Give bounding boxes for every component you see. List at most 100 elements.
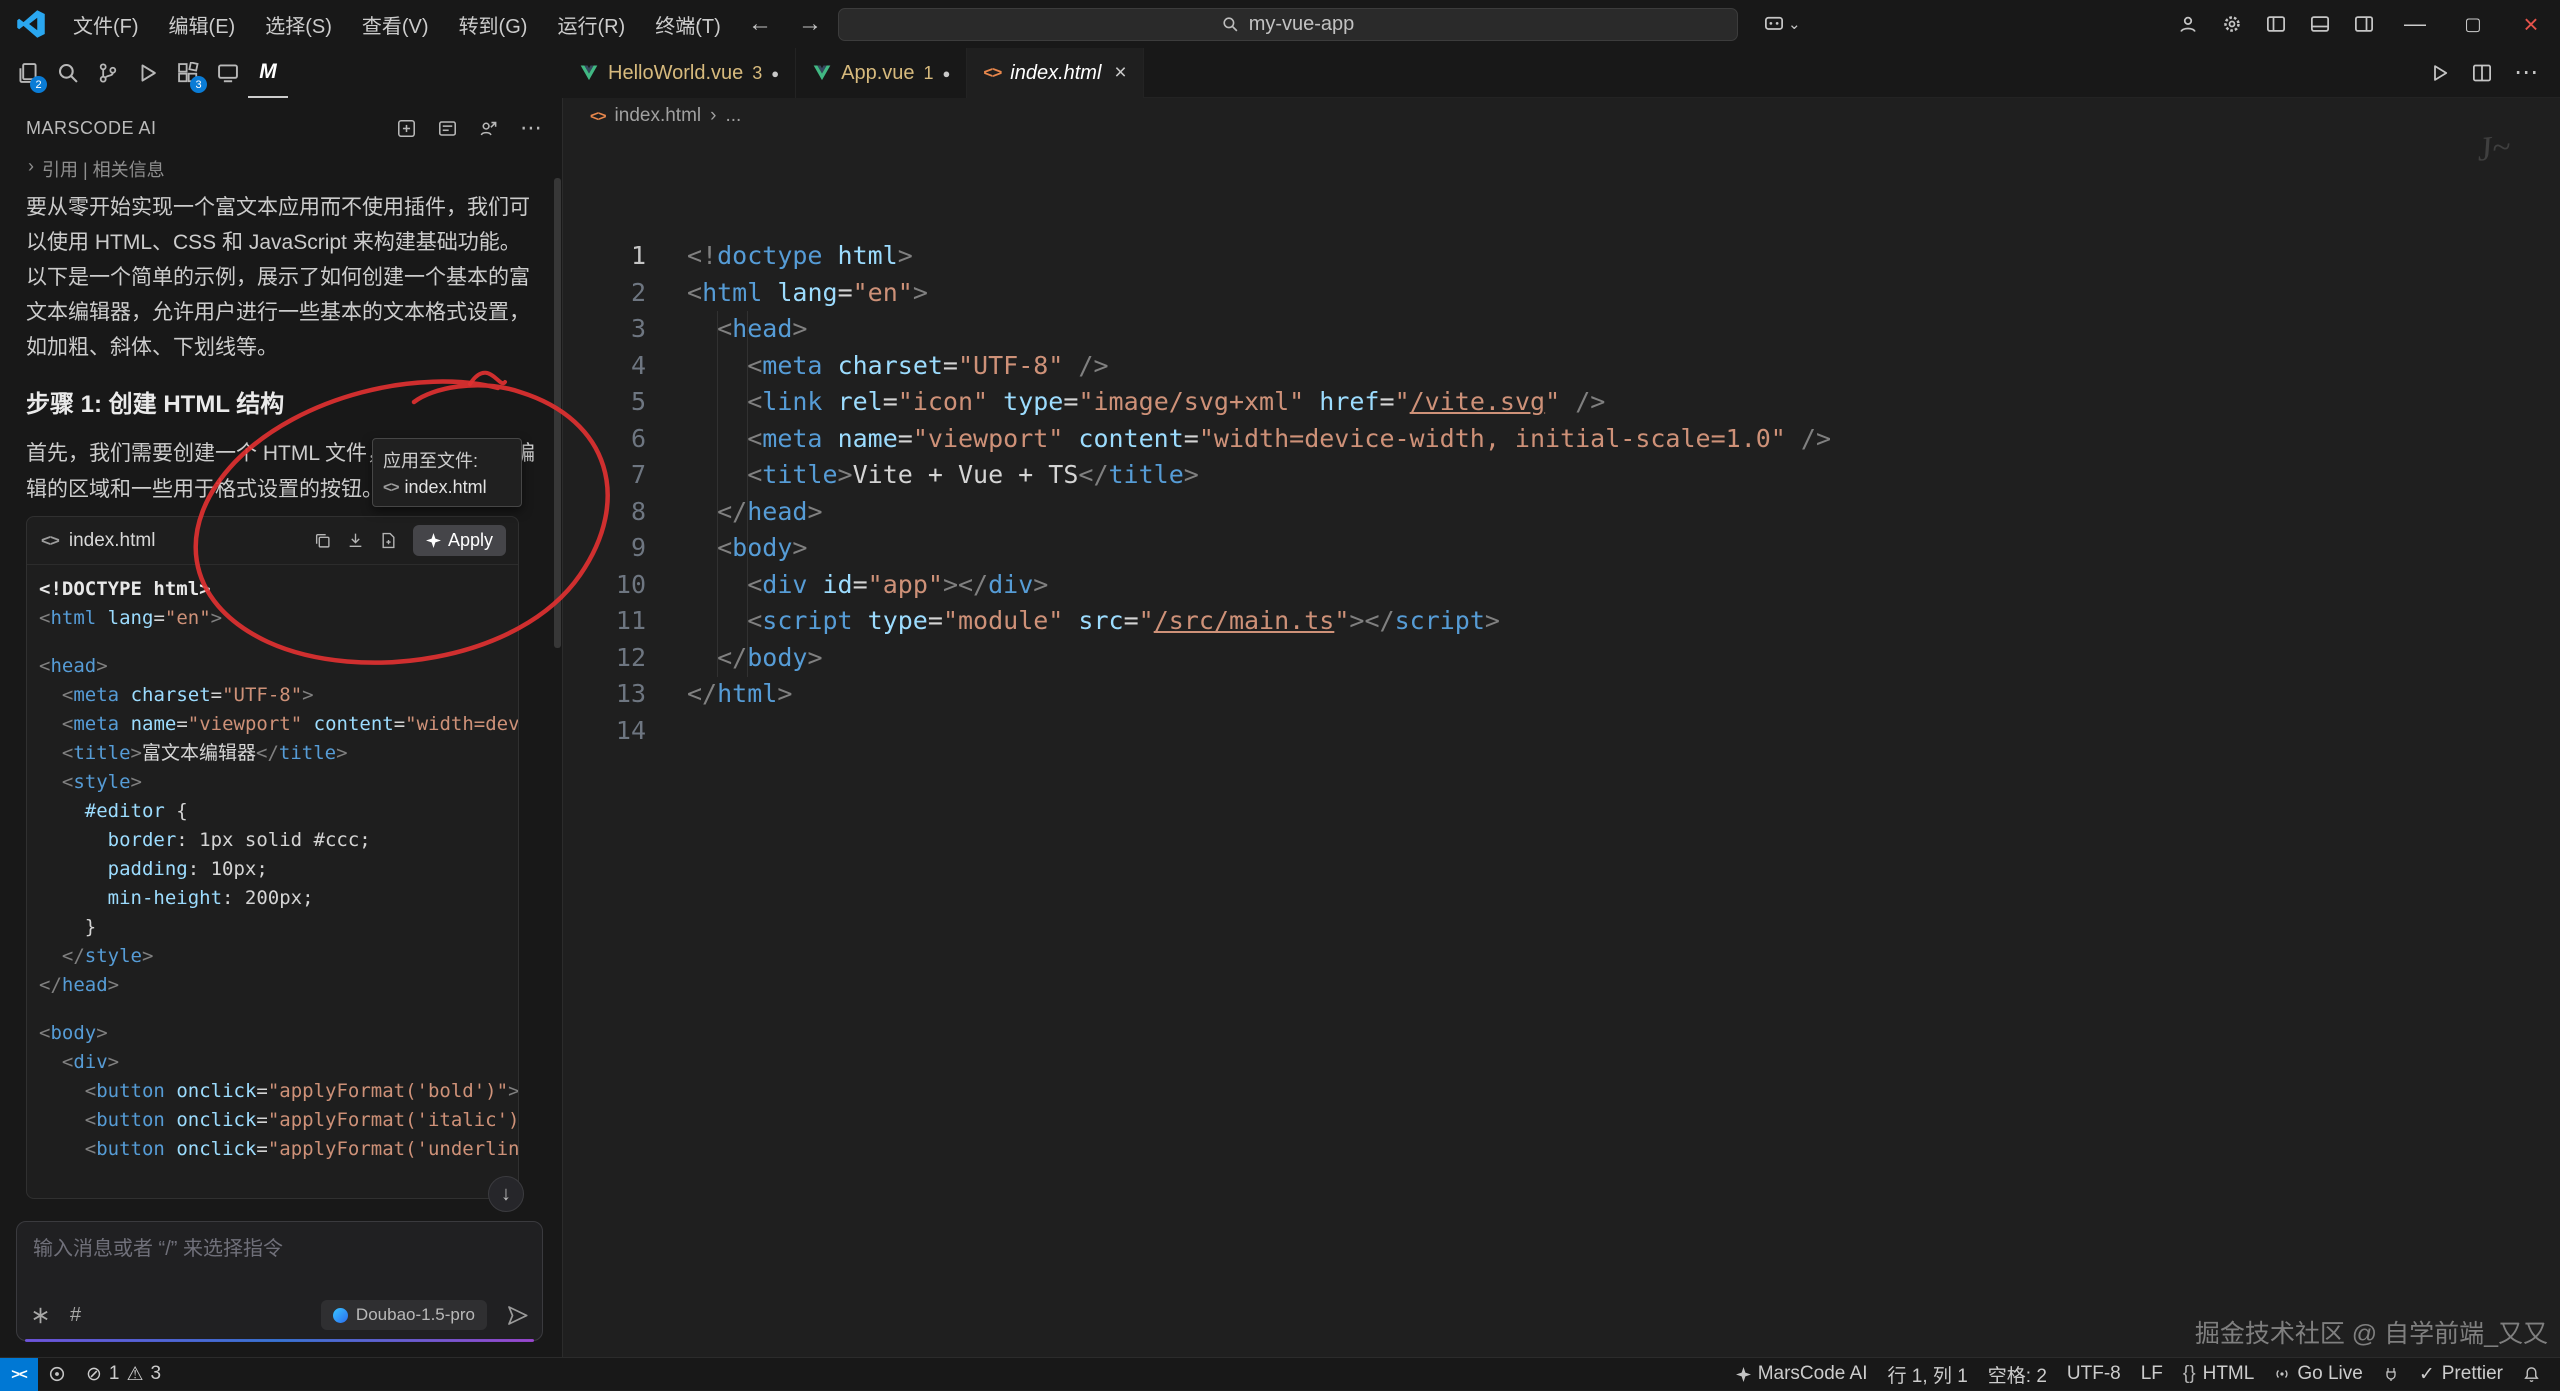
status-prettier[interactable]: ✓ Prettier xyxy=(2409,1358,2513,1391)
settings-gear-icon[interactable] xyxy=(2210,0,2254,48)
chat-scrollbar[interactable] xyxy=(554,178,561,648)
share-icon[interactable] xyxy=(479,119,498,138)
menu-item[interactable]: 选择(S) xyxy=(250,10,347,39)
status-cursor-position[interactable]: 行 1, 列 1 xyxy=(1878,1358,1978,1391)
html-file-icon: <> xyxy=(590,108,606,125)
run-file-icon[interactable] xyxy=(2430,63,2450,83)
command-center-search[interactable]: my-vue-app xyxy=(838,8,1738,41)
code-line: </head> xyxy=(39,971,518,1000)
apply-tooltip: 应用至文件: <> index.html xyxy=(372,438,522,507)
menu-item[interactable]: 编辑(E) xyxy=(154,10,251,39)
code-line: <style> xyxy=(39,768,518,797)
code-filename: index.html xyxy=(69,530,156,552)
code-line: <head> xyxy=(39,652,518,681)
code-content[interactable]: <!doctype html><html lang="en"> <head> <… xyxy=(687,238,2540,738)
menu-item[interactable]: 查看(V) xyxy=(347,10,444,39)
new-file-from-code-icon[interactable] xyxy=(380,532,397,549)
chat-input[interactable] xyxy=(17,1222,542,1261)
panel-title: MARSCODE AI xyxy=(26,118,157,139)
line-number: 2 xyxy=(564,275,646,312)
tab-app-vue[interactable]: App.vue 1 ● xyxy=(796,48,967,98)
live-reload-icon[interactable] xyxy=(38,1358,76,1391)
toggle-sidebar-icon[interactable] xyxy=(2254,0,2298,48)
code-line: <div id="app"></div> xyxy=(687,567,2540,604)
status-marscode[interactable]: MarsCode AI xyxy=(1726,1358,1878,1391)
send-icon[interactable] xyxy=(507,1305,528,1326)
run-debug-icon[interactable] xyxy=(128,48,168,98)
check-icon: ✓ xyxy=(2419,1363,2435,1386)
code-line: <script type="module" src="/src/main.ts"… xyxy=(687,603,2540,640)
code-line xyxy=(687,713,2540,738)
back-button[interactable]: ← xyxy=(748,10,772,38)
code-line: </html> xyxy=(687,676,2540,713)
tab-helloworld-vue[interactable]: HelloWorld.vue 3 ● xyxy=(563,48,796,98)
marscode-ai-icon[interactable]: M xyxy=(248,48,288,98)
tab-index-html[interactable]: <> index.html × xyxy=(967,48,1143,98)
status-encoding[interactable]: UTF-8 xyxy=(2057,1358,2131,1391)
copy-code-icon[interactable] xyxy=(314,532,331,549)
scroll-to-bottom-button[interactable]: ↓ xyxy=(488,1176,524,1212)
menu-item[interactable]: 运行(R) xyxy=(542,10,640,39)
code-line: <!DOCTYPE html> xyxy=(39,575,518,604)
line-number: 5 xyxy=(564,384,646,421)
apply-button[interactable]: Apply xyxy=(413,525,506,556)
chevron-right-icon: › xyxy=(28,156,34,182)
search-icon xyxy=(1222,16,1239,33)
html-file-icon: <> xyxy=(983,63,1001,83)
toggle-panel-icon[interactable] xyxy=(2298,0,2342,48)
vscode-logo-icon xyxy=(16,9,46,39)
code-line: <button onclick="applyFormat('underline'… xyxy=(39,1135,518,1164)
remote-explorer-icon[interactable] xyxy=(208,48,248,98)
customize-layout-icon[interactable] xyxy=(2342,0,2386,48)
line-number: 12 xyxy=(564,640,646,677)
status-go-live[interactable]: Go Live xyxy=(2264,1358,2372,1391)
menu-item[interactable]: 文件(F) xyxy=(58,10,154,39)
panel-more-icon[interactable]: ⋯ xyxy=(520,115,542,141)
modified-dot-icon[interactable]: ● xyxy=(943,66,951,81)
context-reference[interactable]: › 引用 | 相关信息 xyxy=(28,156,165,182)
status-indentation[interactable]: 空格: 2 xyxy=(1978,1358,2057,1391)
code-line: </head> xyxy=(687,494,2540,531)
history-icon[interactable] xyxy=(438,119,457,138)
status-bar: >< ⊘ 1 ⚠ 3 MarsCode AI 行 1, 列 1 空格: 2 UT… xyxy=(0,1357,2560,1390)
notifications-bell-icon[interactable] xyxy=(2513,1358,2550,1391)
code-line: <body> xyxy=(39,1019,518,1048)
assistant-message: 要从零开始实现一个富文本应用而不使用插件，我们可以使用 HTML、CSS 和 J… xyxy=(26,190,538,365)
maximize-button[interactable]: ▢ xyxy=(2444,0,2502,48)
ports-icon[interactable] xyxy=(2373,1358,2409,1391)
modified-dot-icon[interactable]: ● xyxy=(771,66,779,81)
menu-overflow-button[interactable]: ⋯ xyxy=(670,10,712,36)
menu-item[interactable]: 转到(G) xyxy=(444,10,543,39)
search-sidebar-icon[interactable] xyxy=(48,48,88,98)
warning-icon: ⚠ xyxy=(127,1363,144,1385)
copilot-menu-button[interactable]: ⌄ xyxy=(1764,0,1801,48)
source-control-icon[interactable] xyxy=(88,48,128,98)
model-selector[interactable]: Doubao-1.5-pro xyxy=(321,1300,487,1330)
forward-button[interactable]: → xyxy=(798,10,822,38)
extensions-icon[interactable]: 3 xyxy=(168,48,208,98)
account-button[interactable] xyxy=(2166,0,2210,48)
code-line: <body> xyxy=(687,530,2540,567)
chat-code-block: <> index.html Apply xyxy=(26,516,519,1199)
line-number: 1 xyxy=(564,238,646,275)
new-chat-icon[interactable] xyxy=(397,119,416,138)
tab-label: App.vue xyxy=(841,62,914,85)
remote-indicator[interactable]: >< xyxy=(0,1358,38,1391)
problems-indicator[interactable]: ⊘ 1 ⚠ 3 xyxy=(76,1358,171,1391)
close-button[interactable]: × xyxy=(2502,0,2560,48)
breadcrumb[interactable]: <> index.html › ... xyxy=(564,98,2560,134)
insert-code-icon[interactable] xyxy=(347,532,364,549)
minimize-button[interactable]: — xyxy=(2386,0,2444,48)
skills-icon[interactable] xyxy=(31,1306,50,1325)
status-language[interactable]: {} HTML xyxy=(2173,1358,2264,1391)
line-number: 3 xyxy=(564,311,646,348)
split-editor-icon[interactable] xyxy=(2472,63,2492,83)
tab-close-icon[interactable]: × xyxy=(1114,61,1126,85)
line-numbers: 1234567891011121314 xyxy=(564,238,664,749)
explorer-icon[interactable]: 2 xyxy=(8,48,48,98)
commands-hash-icon[interactable]: # xyxy=(70,1304,81,1327)
editor-more-actions[interactable]: ⋯ xyxy=(2514,58,2538,87)
status-eol[interactable]: LF xyxy=(2131,1358,2173,1391)
line-number: 6 xyxy=(564,421,646,458)
tab-label: index.html xyxy=(1010,62,1101,85)
